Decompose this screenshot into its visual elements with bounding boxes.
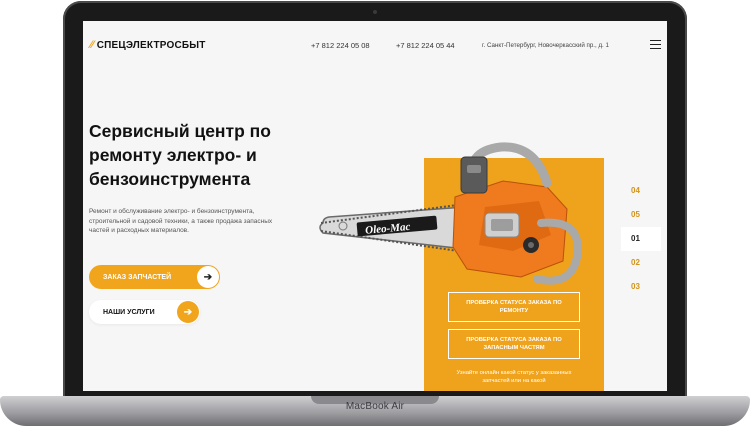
camera-icon bbox=[373, 10, 377, 14]
phone-link-2[interactable]: +7 812 224 05 44 bbox=[396, 41, 455, 50]
phone-link-1[interactable]: +7 812 224 05 08 bbox=[311, 41, 370, 50]
menu-icon[interactable] bbox=[650, 40, 661, 49]
pager-item-03[interactable]: 03 bbox=[621, 275, 661, 299]
stage: ⁄⁄ СПЕЦЭЛЕКТРОСБЫТ +7 812 224 05 08 +7 8… bbox=[0, 0, 750, 431]
parts-status-button[interactable]: ПРОВЕРКА СТАТУСА ЗАКАЗА ПО ЗАПАСНЫМ ЧАСТ… bbox=[448, 329, 580, 359]
logo[interactable]: ⁄⁄ СПЕЦЭЛЕКТРОСБЫТ bbox=[90, 39, 206, 52]
our-services-label: НАШИ УСЛУГИ bbox=[103, 308, 155, 316]
order-parts-button[interactable]: ЗАКАЗ ЗАПЧАСТЕЙ ➔ bbox=[89, 265, 220, 289]
pager-item-01[interactable]: 01 bbox=[621, 227, 661, 251]
order-parts-label: ЗАКАЗ ЗАПЧАСТЕЙ bbox=[103, 273, 172, 281]
hero-title: Сервисный центр по ремонту электро- и бе… bbox=[89, 121, 271, 189]
arrow-right-icon: ➔ bbox=[177, 301, 199, 323]
hero-description: Ремонт и обслуживание электро- и бензоин… bbox=[89, 208, 273, 234]
logo-mark-icon: ⁄⁄ bbox=[90, 39, 94, 51]
pager-item-04[interactable]: 04 bbox=[621, 179, 661, 203]
address: г. Санкт-Петербург, Новочеркасский пр., … bbox=[482, 42, 609, 49]
slide-pager: 04 05 01 02 03 bbox=[621, 179, 661, 299]
panel-note: Узнайте онлайн какой статус у заказанных… bbox=[456, 370, 572, 384]
device-brand-label: MacBook Air bbox=[345, 401, 405, 412]
pager-item-02[interactable]: 02 bbox=[621, 251, 661, 275]
pager-item-05[interactable]: 05 bbox=[621, 203, 661, 227]
our-services-button[interactable]: НАШИ УСЛУГИ ➔ bbox=[89, 300, 200, 324]
arrow-right-icon: ➔ bbox=[197, 266, 219, 288]
logo-text: СПЕЦЭЛЕКТРОСБЫТ bbox=[96, 40, 206, 51]
chainsaw-image: Oleo-Mac bbox=[319, 142, 582, 285]
screen: ⁄⁄ СПЕЦЭЛЕКТРОСБЫТ +7 812 224 05 08 +7 8… bbox=[83, 21, 667, 391]
